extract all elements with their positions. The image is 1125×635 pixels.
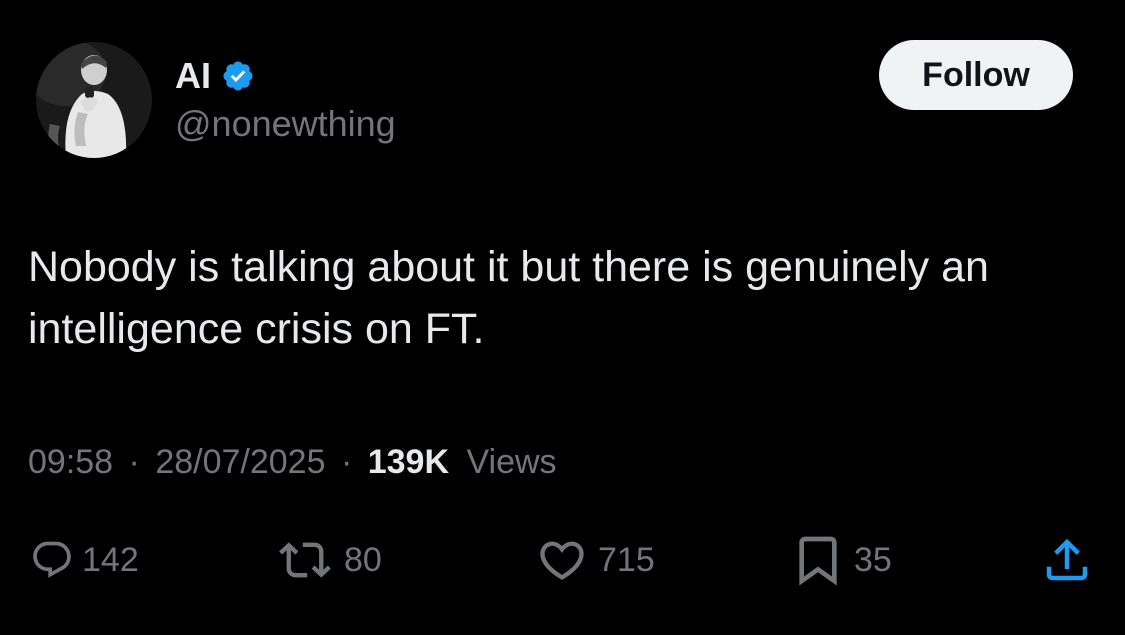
reply-icon: [33, 541, 71, 578]
retweet-count: 80: [344, 540, 382, 579]
meta-separator: ·: [128, 443, 140, 481]
retweet-button[interactable]: 80: [274, 530, 382, 590]
follow-button[interactable]: Follow: [879, 40, 1073, 110]
tweet-time[interactable]: 09:58: [28, 443, 113, 481]
reply-count: 142: [82, 540, 139, 579]
avatar-photo: [36, 42, 152, 158]
bookmark-count: 35: [854, 540, 892, 579]
tweet-card: AI @nonewthing Follow Nobody is talking …: [0, 0, 1125, 635]
heart-icon: [540, 541, 584, 580]
verified-badge-icon: [221, 59, 255, 93]
tweet-date[interactable]: 28/07/2025: [155, 443, 325, 481]
share-button[interactable]: [1040, 530, 1094, 590]
share-icon: [1046, 538, 1088, 581]
retweet-icon: [279, 542, 331, 578]
bookmark-button[interactable]: 35: [790, 530, 892, 590]
action-bar: 142 80 715 35: [0, 530, 1125, 590]
views-label: Views: [466, 443, 557, 481]
user-handle[interactable]: @nonewthing: [175, 100, 396, 148]
like-count: 715: [598, 540, 655, 579]
avatar[interactable]: [36, 42, 152, 158]
meta-separator: ·: [340, 443, 353, 481]
tweet-text: Nobody is talking about it but there is …: [28, 243, 989, 353]
reply-button[interactable]: 142: [30, 530, 139, 590]
name-row: AI: [175, 54, 255, 98]
tweet-meta: 09:58 · 28/07/2025 · 139K Views: [28, 440, 557, 484]
like-button[interactable]: 715: [534, 530, 655, 590]
display-name[interactable]: AI: [175, 54, 211, 98]
views-count: 139K: [367, 443, 450, 481]
bookmark-icon: [799, 536, 837, 586]
